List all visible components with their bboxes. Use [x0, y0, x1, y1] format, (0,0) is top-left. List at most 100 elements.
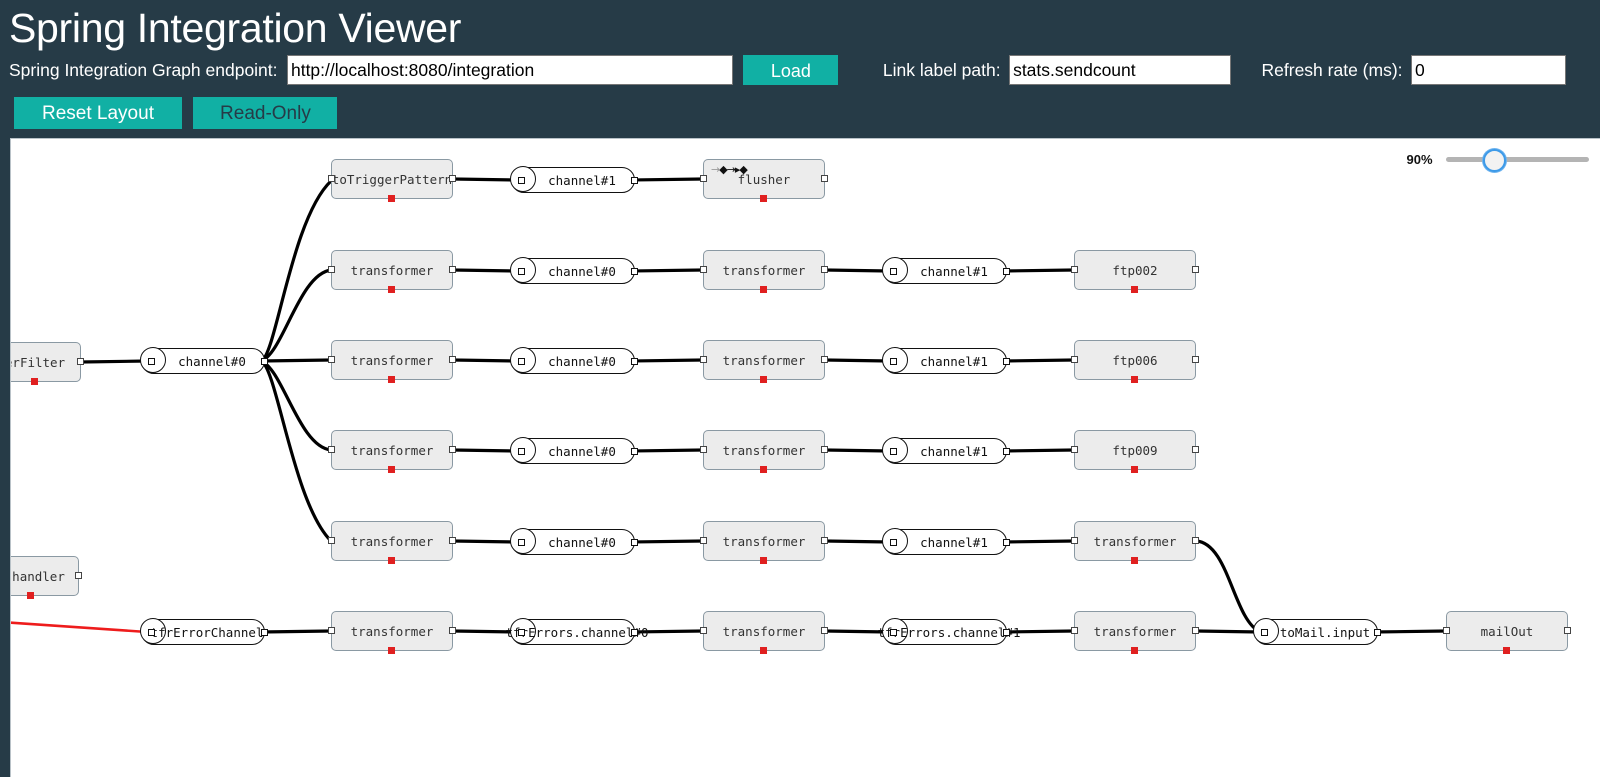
graph-node[interactable]: e-handler: [11, 556, 82, 599]
node-status-marker[interactable]: [31, 378, 38, 385]
graph-node[interactable]: transformer: [328, 521, 456, 564]
graph-link[interactable]: [260, 359, 332, 452]
load-button[interactable]: Load: [743, 55, 839, 85]
channel-output-port[interactable]: [631, 538, 638, 546]
node-input-port[interactable]: [1443, 627, 1450, 634]
channel-output-port[interactable]: [1003, 357, 1010, 365]
node-status-marker[interactable]: [760, 647, 767, 654]
node-input-port[interactable]: [1071, 266, 1078, 273]
node-output-port[interactable]: [1564, 627, 1571, 634]
node-input-port[interactable]: [328, 356, 335, 363]
node-input-port[interactable]: [328, 627, 335, 634]
graph-channel[interactable]: toMail.input: [1253, 618, 1381, 645]
node-output-port[interactable]: [75, 572, 82, 579]
node-output-port[interactable]: [449, 175, 456, 182]
node-status-marker[interactable]: [760, 195, 767, 202]
graph-node[interactable]: mailOut: [1443, 611, 1571, 654]
graph-node[interactable]: ftp006: [1071, 340, 1199, 383]
graph-node[interactable]: →◆→▸◆ flusher: [700, 159, 828, 202]
zoom-slider-thumb[interactable]: [1483, 149, 1507, 172]
channel-output-port[interactable]: [1003, 628, 1010, 636]
graph-link[interactable]: [1002, 539, 1075, 544]
graph-link[interactable]: [824, 539, 890, 544]
node-status-marker[interactable]: [388, 647, 395, 654]
graph-node[interactable]: erFilter: [11, 342, 84, 385]
channel-input-port[interactable]: [518, 447, 525, 455]
node-output-port[interactable]: [449, 537, 456, 544]
node-input-port[interactable]: [1071, 446, 1078, 453]
node-status-marker[interactable]: [388, 195, 395, 202]
channel-output-port[interactable]: [631, 447, 638, 455]
node-status-marker[interactable]: [760, 286, 767, 293]
channel-output-port[interactable]: [1003, 267, 1010, 275]
graph-channel[interactable]: channel#1: [882, 257, 1010, 284]
node-output-port[interactable]: [449, 446, 456, 453]
graph-link[interactable]: [630, 448, 704, 453]
node-output-port[interactable]: [449, 356, 456, 363]
endpoint-input[interactable]: [286, 55, 733, 85]
node-output-port[interactable]: [821, 537, 828, 544]
channel-output-port[interactable]: [631, 628, 638, 636]
node-output-port[interactable]: [449, 627, 456, 634]
node-input-port[interactable]: [700, 537, 707, 544]
node-output-port[interactable]: [1192, 266, 1199, 273]
node-status-marker[interactable]: [1131, 286, 1138, 293]
channel-input-port[interactable]: [890, 267, 897, 275]
graph-link[interactable]: [824, 448, 890, 453]
graph-link[interactable]: [824, 268, 890, 273]
node-output-port[interactable]: [449, 266, 456, 273]
read-only-toggle-button[interactable]: Read-Only: [193, 97, 338, 129]
node-status-marker[interactable]: [388, 466, 395, 473]
channel-input-port[interactable]: [518, 538, 525, 546]
graph-node[interactable]: transformer: [328, 430, 456, 473]
graph-link[interactable]: [824, 358, 890, 363]
graph-channel[interactable]: tfrErrors.channel#1: [878, 618, 1021, 645]
node-status-marker[interactable]: [760, 466, 767, 473]
channel-input-port[interactable]: [148, 357, 155, 365]
channel-input-port[interactable]: [890, 538, 897, 546]
graph-link[interactable]: [1002, 448, 1075, 453]
node-input-port[interactable]: [328, 537, 335, 544]
graph-link[interactable]: [452, 539, 518, 544]
graph-node[interactable]: transformer: [1071, 521, 1199, 564]
graph-link[interactable]: [630, 539, 704, 544]
node-status-marker[interactable]: [1131, 466, 1138, 473]
graph-node[interactable]: transformer: [700, 430, 828, 473]
graph-channel[interactable]: channel#1: [882, 347, 1010, 374]
graph-link[interactable]: [452, 448, 518, 453]
graph-channel[interactable]: channel#0: [510, 437, 638, 464]
node-status-marker[interactable]: [760, 376, 767, 383]
graph-link[interactable]: [1195, 539, 1261, 634]
graph-link[interactable]: [452, 177, 518, 182]
graph-node[interactable]: transformer: [700, 611, 828, 654]
zoom-slider-track[interactable]: [1446, 157, 1589, 162]
graph-canvas[interactable]: 90% erFilter e-handler toTriggerPattern →◆→…: [10, 138, 1600, 777]
channel-output-port[interactable]: [631, 357, 638, 365]
node-output-port[interactable]: [77, 358, 84, 365]
graph-link[interactable]: [452, 358, 518, 363]
node-output-port[interactable]: [821, 356, 828, 363]
node-output-port[interactable]: [821, 175, 828, 182]
graph-channel[interactable]: channel#1: [882, 437, 1010, 464]
node-input-port[interactable]: [328, 175, 335, 182]
graph-node[interactable]: toTriggerPattern: [328, 159, 456, 202]
graph-link[interactable]: [260, 268, 332, 363]
node-input-port[interactable]: [700, 627, 707, 634]
graph-link[interactable]: [80, 359, 148, 364]
node-input-port[interactable]: [328, 266, 335, 273]
node-output-port[interactable]: [1192, 627, 1199, 634]
graph-channel[interactable]: channel#0: [510, 257, 638, 284]
node-output-port[interactable]: [1192, 356, 1199, 363]
node-input-port[interactable]: [328, 446, 335, 453]
node-status-marker[interactable]: [388, 286, 395, 293]
graph-link[interactable]: [259, 359, 333, 543]
node-status-marker[interactable]: [1131, 647, 1138, 654]
graph-channel[interactable]: channel#0: [510, 528, 638, 555]
node-input-port[interactable]: [700, 356, 707, 363]
node-output-port[interactable]: [821, 446, 828, 453]
zoom-slider[interactable]: [1446, 148, 1589, 172]
graph-link[interactable]: [1002, 268, 1075, 273]
node-status-marker[interactable]: [388, 557, 395, 564]
graph-node[interactable]: transformer: [700, 521, 828, 564]
channel-output-port[interactable]: [1003, 538, 1010, 546]
